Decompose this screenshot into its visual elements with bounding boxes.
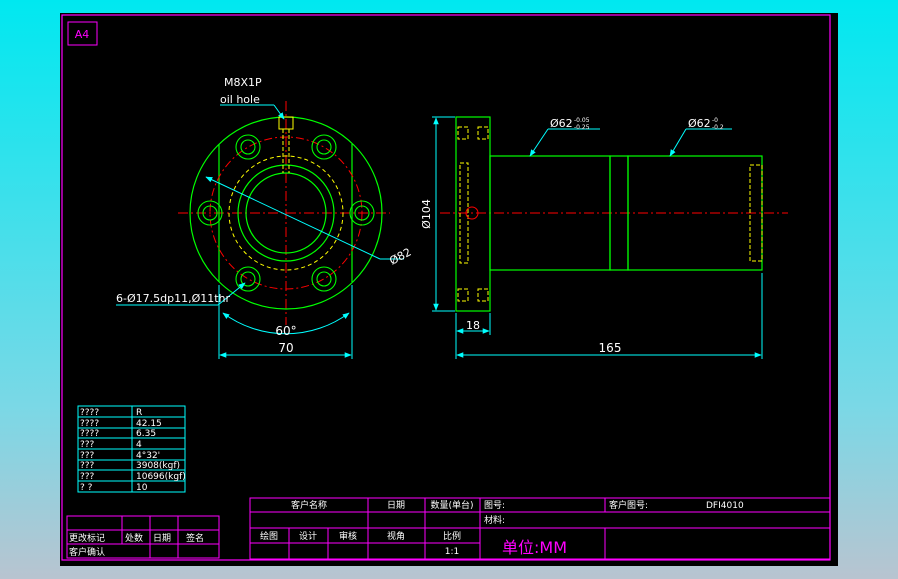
spec-value-0: R xyxy=(136,408,142,418)
scale-value: 1:1 xyxy=(445,547,459,557)
sign-label: 签名 xyxy=(186,532,204,544)
length-label: 165 xyxy=(599,341,622,355)
drawing-no-label: 图号: xyxy=(484,500,505,511)
body-dia-1-label: Ø62 xyxy=(550,117,573,130)
spec-value-4: 4°32' xyxy=(136,451,160,461)
spec-key-7: ? ? xyxy=(80,483,93,493)
change-mark-label: 更改标记 xyxy=(69,532,105,544)
body-dia-2-label: Ø62 xyxy=(688,117,711,130)
revision-date-label: 日期 xyxy=(153,533,171,544)
customer-drawing-label: 客户图号: xyxy=(609,499,648,511)
spec-value-6: 10696(kgf) xyxy=(136,472,186,482)
location-label: 处数 xyxy=(125,532,143,544)
spec-value-2: 6.35 xyxy=(136,429,156,439)
scale-label: 比例 xyxy=(443,530,461,542)
body-dia-2-tol-lower: -0.2 xyxy=(712,124,724,131)
spec-value-3: 4 xyxy=(136,440,142,450)
spec-value-7: 10 xyxy=(136,483,148,493)
hole-note-label: 6-Ø17.5dp11,Ø11thr xyxy=(116,292,231,305)
spec-value-1: 42.15 xyxy=(136,419,162,429)
angle-label: 60° xyxy=(275,324,296,338)
drawing-canvas: A4 M8X1P oil hole Ø82 6-Ø17.5dp11,Ø11thr… xyxy=(61,14,831,561)
title-date-label: 日期 xyxy=(387,500,405,511)
material-label: 材料: xyxy=(484,514,505,526)
spec-key-3: ??? xyxy=(80,440,95,450)
title-block: 客户名称 日期 数量(单台) 图号: 客户图号: DFI4010 材料: 绘图 … xyxy=(249,497,831,560)
design-label: 设计 xyxy=(299,530,317,542)
spec-value-5: 3908(kgf) xyxy=(136,461,180,471)
review-label: 审核 xyxy=(339,530,357,542)
flange-hidden-holes xyxy=(457,126,489,302)
body-dia-1-tol-upper: -0.05 xyxy=(574,117,590,124)
side-flange xyxy=(455,116,491,312)
side-view: Ø104 Ø62 -0.05 -0.25 Ø62 -0 -0.2 18 165 xyxy=(420,116,788,359)
spec-key-6: ??? xyxy=(80,472,95,482)
spec-key-2: ???? xyxy=(80,429,99,439)
pcd-dimension-label: Ø82 xyxy=(387,246,413,268)
spec-key-1: ???? xyxy=(80,419,99,429)
revision-block: 更改标记 处数 日期 签名 客户确认 xyxy=(66,515,220,559)
spec-key-5: ??? xyxy=(80,461,95,471)
drawn-label: 绘图 xyxy=(260,530,278,542)
oil-hole-thread-label: M8X1P xyxy=(224,76,262,89)
sheet-size-label: A4 xyxy=(75,28,90,41)
width-dimension-label: 70 xyxy=(278,341,293,355)
unit-label: 单位:MM xyxy=(502,538,567,557)
quantity-label: 数量(单台) xyxy=(430,499,473,511)
body-dia-1-tol-lower: -0.25 xyxy=(574,124,590,131)
body-dia-2-tol-upper: -0 xyxy=(712,117,718,124)
drawing-sheet: A4 M8X1P oil hole Ø82 6-Ø17.5dp11,Ø11thr… xyxy=(60,13,838,566)
customer-confirm-label: 客户确认 xyxy=(69,546,105,558)
spec-table: ???? R ???? 42.15 ???? 6.35 ??? 4 ??? 4°… xyxy=(77,405,186,493)
spec-key-4: ??? xyxy=(80,451,95,461)
customer-name-label: 客户名称 xyxy=(291,499,327,511)
body-dia-1-leader xyxy=(529,128,549,157)
customer-drawing-value: DFI4010 xyxy=(706,501,744,511)
view-angle-label: 视角 xyxy=(387,530,405,542)
pcd-leader xyxy=(205,176,381,260)
oil-hole-label: oil hole xyxy=(220,93,260,106)
front-view: M8X1P oil hole Ø82 6-Ø17.5dp11,Ø11thr 60… xyxy=(116,76,413,359)
spec-key-0: ???? xyxy=(80,408,99,418)
flange-thickness-label: 18 xyxy=(466,319,480,332)
body-dia-2-leader xyxy=(669,128,687,157)
flange-dia-label: Ø104 xyxy=(420,199,433,229)
